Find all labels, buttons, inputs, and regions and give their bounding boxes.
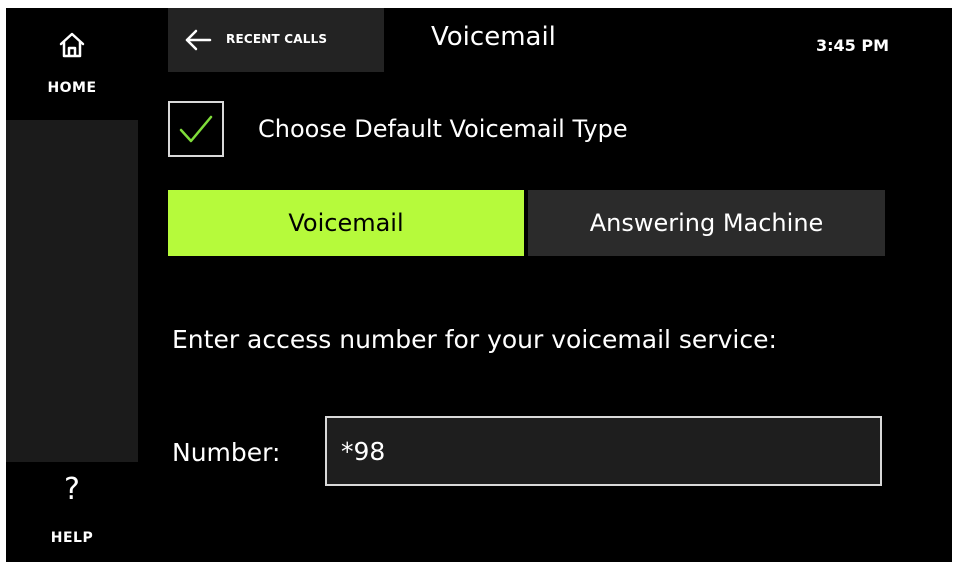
voicemail-option-button[interactable]: Voicemail [168, 190, 524, 256]
arrow-left-icon [185, 29, 212, 51]
checkmark-icon [179, 115, 213, 143]
access-number-input[interactable]: *98 [325, 416, 882, 486]
voicemail-screen: HOME ? HELP RECENT CALLS Voicemail 3:45 … [6, 8, 952, 562]
back-button-label: RECENT CALLS [226, 32, 328, 46]
access-number-prompt: Enter access number for your voicemail s… [172, 325, 777, 354]
voicemail-type-selector: Voicemail Answering Machine [168, 190, 885, 256]
help-label: HELP [50, 530, 94, 546]
home-button[interactable]: HOME [6, 8, 138, 120]
back-to-recent-calls-button[interactable]: RECENT CALLS [168, 8, 384, 72]
clock: 3:45 PM [816, 36, 890, 55]
question-icon: ? [64, 472, 80, 507]
page-title: Voicemail [431, 22, 556, 52]
sidebar: HOME ? HELP [6, 8, 138, 562]
home-label: HOME [47, 80, 97, 96]
default-type-label: Choose Default Voicemail Type [258, 115, 628, 143]
sidebar-filler [6, 120, 138, 462]
default-type-checkbox[interactable] [168, 101, 224, 157]
answering-machine-option-button[interactable]: Answering Machine [528, 190, 885, 256]
help-button[interactable]: ? HELP [6, 462, 138, 562]
number-label: Number: [172, 438, 281, 467]
home-icon [59, 32, 85, 58]
